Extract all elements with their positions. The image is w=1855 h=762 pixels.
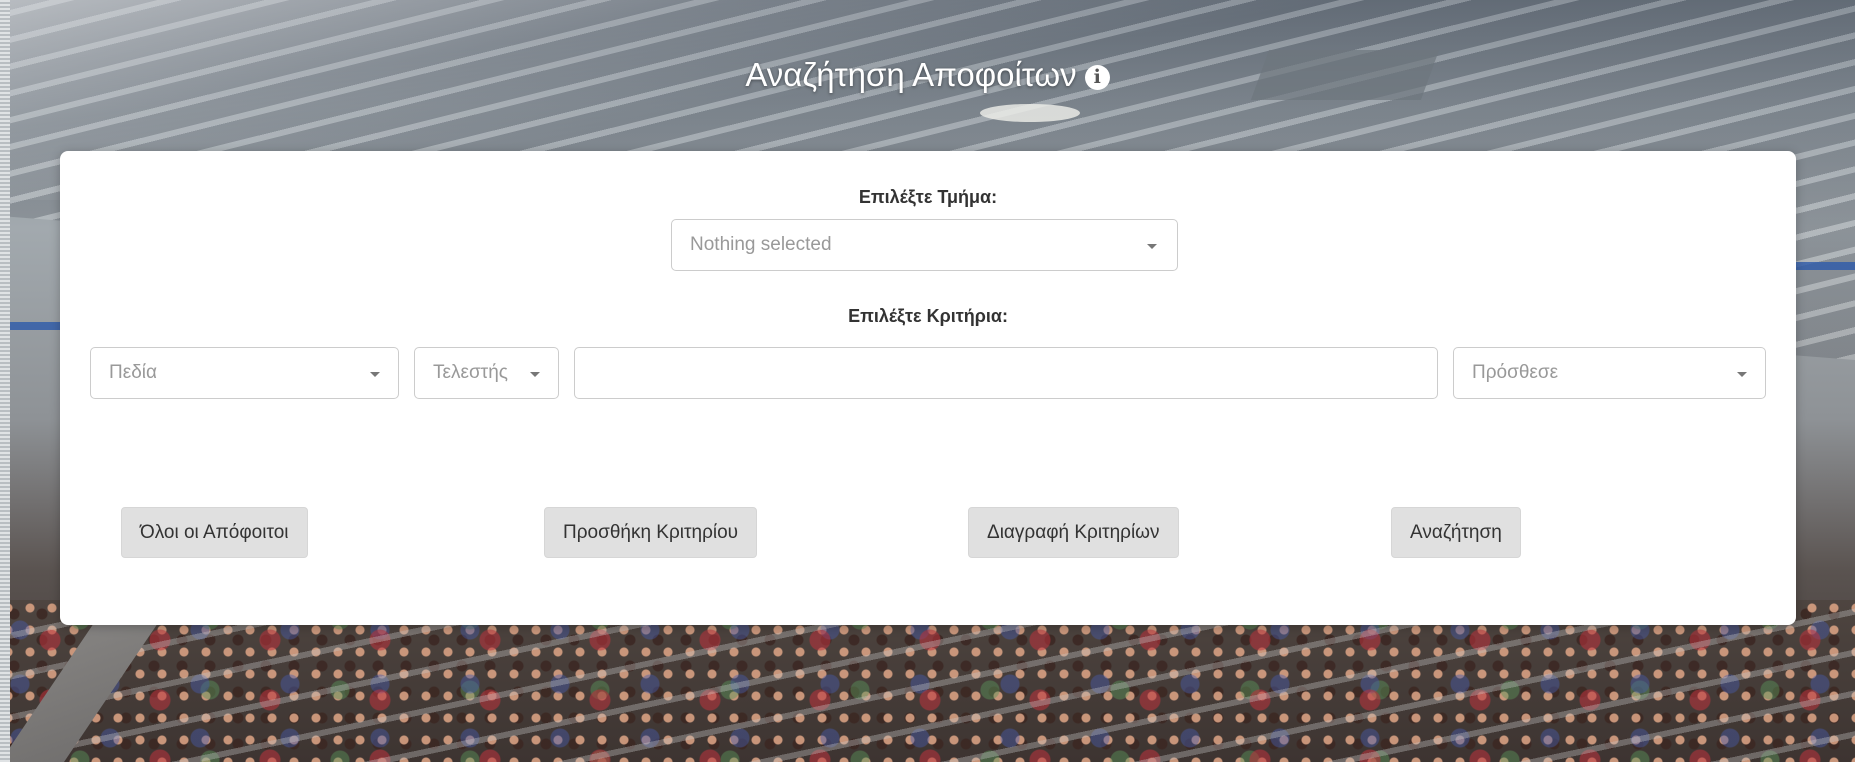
department-label: Επιλέξτε Τμήμα: [858, 187, 998, 207]
page-title: Αναζήτηση Αποφοίτων i [0, 56, 1855, 94]
add-criteria-select-value: Πρόσθεσε [1472, 362, 1559, 383]
search-button[interactable]: Αναζήτηση [1391, 507, 1521, 558]
delete-criteria-button[interactable]: Διαγραφή Κριτηρίων [968, 507, 1179, 558]
all-graduates-button[interactable]: Όλοι οι Απόφοιτοι [121, 507, 308, 558]
department-select[interactable]: Nothing selected [671, 219, 1178, 271]
search-card: Επιλέξτε Τμήμα: Nothing selected Επιλέξτ… [60, 151, 1796, 625]
operator-select-value: Τελεστής [433, 362, 508, 383]
page-root: Αναζήτηση Αποφοίτων i Επιλέξτε Τμήμα: Not… [0, 0, 1855, 762]
chevron-down-icon [1737, 372, 1747, 377]
department-select-value: Nothing selected [690, 234, 832, 255]
criteria-value-input[interactable] [574, 347, 1438, 399]
left-edge-strip [0, 0, 10, 762]
field-select-value: Πεδία [109, 362, 157, 383]
background-lamp [980, 104, 1080, 122]
page-title-text: Αναζήτηση Αποφοίτων [745, 56, 1077, 93]
chevron-down-icon [1147, 244, 1157, 249]
chevron-down-icon [530, 372, 540, 377]
operator-select[interactable]: Τελεστής [414, 347, 559, 399]
info-circle-icon[interactable]: i [1084, 65, 1110, 90]
chevron-down-icon [370, 372, 380, 377]
add-criterion-button[interactable]: Προσθήκη Κριτηρίου [544, 507, 758, 558]
field-select[interactable]: Πεδία [90, 347, 399, 399]
add-criteria-select[interactable]: Πρόσθεσε [1453, 347, 1766, 399]
criteria-label: Επιλέξτε Κριτήρια: [848, 306, 1008, 326]
